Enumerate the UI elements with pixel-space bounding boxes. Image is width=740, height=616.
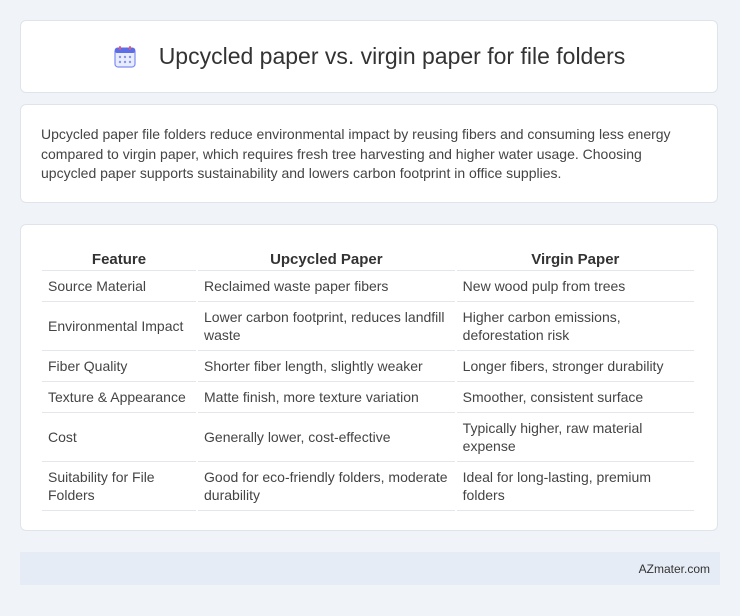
comparison-card: Feature Upcycled Paper Virgin Paper Sour… <box>20 224 718 531</box>
table-header-row: Feature Upcycled Paper Virgin Paper <box>42 246 694 271</box>
table-row: Environmental Impact Lower carbon footpr… <box>42 302 694 351</box>
table-cell: Ideal for long-lasting, premium folders <box>456 462 694 511</box>
table-row: Cost Generally lower, cost-effective Typ… <box>42 413 694 462</box>
table-cell: Fiber Quality <box>42 351 197 382</box>
table-cell: Typically higher, raw material expense <box>456 413 694 462</box>
calendar-icon <box>113 45 137 69</box>
table-cell: Generally lower, cost-effective <box>198 413 455 462</box>
column-header-virgin: Virgin Paper <box>456 246 694 271</box>
table-cell: Higher carbon emissions, deforestation r… <box>456 302 694 351</box>
table-cell: Reclaimed waste paper fibers <box>198 271 455 302</box>
table-row: Fiber Quality Shorter fiber length, slig… <box>42 351 694 382</box>
table-cell: Texture & Appearance <box>42 382 197 413</box>
table-cell: Shorter fiber length, slightly weaker <box>198 351 455 382</box>
description-card: Upcycled paper file folders reduce envir… <box>20 104 718 203</box>
column-header-feature: Feature <box>42 246 197 271</box>
table-row: Source Material Reclaimed waste paper fi… <box>42 271 694 302</box>
column-header-upcycled: Upcycled Paper <box>198 246 455 271</box>
page-title: Upcycled paper vs. virgin paper for file… <box>158 43 626 69</box>
table-cell: Lower carbon footprint, reduces landfill… <box>198 302 455 351</box>
title-card: Upcycled paper vs. virgin paper for file… <box>20 20 718 93</box>
table-cell: Cost <box>42 413 197 462</box>
table-cell: Longer fibers, stronger durability <box>456 351 694 382</box>
description-text: Upcycled paper file folders reduce envir… <box>41 126 671 181</box>
table-cell: Good for eco-friendly folders, moderate … <box>198 462 455 511</box>
table-row: Texture & Appearance Matte finish, more … <box>42 382 694 413</box>
footer: AZmater.com <box>20 552 720 585</box>
table-cell: Environmental Impact <box>42 302 197 351</box>
table-cell: Smoother, consistent surface <box>456 382 694 413</box>
table-cell: Source Material <box>42 271 197 302</box>
table-row: Suitability for File Folders Good for ec… <box>42 462 694 511</box>
comparison-table: Feature Upcycled Paper Virgin Paper Sour… <box>40 246 696 511</box>
table-cell: Suitability for File Folders <box>42 462 197 511</box>
table-cell: Matte finish, more texture variation <box>198 382 455 413</box>
table-cell: New wood pulp from trees <box>456 271 694 302</box>
footer-brand: AZmater.com <box>638 561 710 576</box>
